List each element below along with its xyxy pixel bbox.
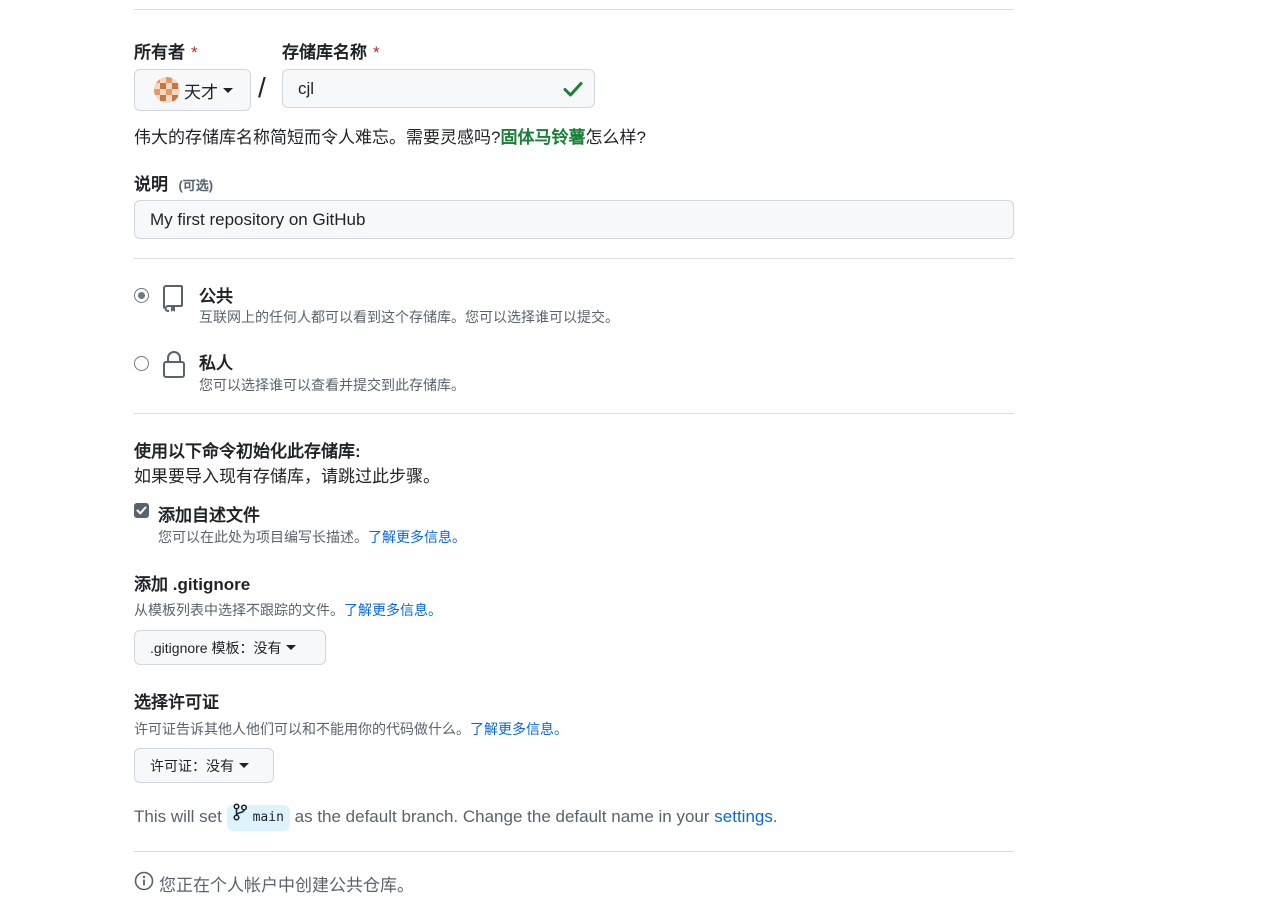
license-select-label: 许可证：没有	[150, 757, 234, 774]
init-subtitle: 如果要导入现有存储库，请跳过此步骤。	[134, 467, 440, 486]
chevron-down-icon	[239, 763, 249, 768]
default-branch-notice: This will set main as the default branch…	[134, 803, 778, 831]
branch-name: main	[252, 809, 284, 825]
license-description-row: 许可证告诉其他人他们可以和不能用你的代码做什么。了解更多信息。	[134, 719, 568, 739]
chevron-down-icon	[286, 645, 297, 650]
private-description: 您可以选择谁可以查看并提交到此存储库。	[199, 377, 465, 393]
suggestion-suffix: 怎么样?	[585, 128, 646, 147]
description-label: 说明	[134, 175, 168, 194]
public-radio[interactable]	[134, 288, 149, 303]
owner-select[interactable]: 天才	[134, 69, 251, 111]
branch-middle: as the default branch. Change the defaul…	[294, 807, 710, 826]
info-icon	[134, 871, 154, 896]
description-input[interactable]: My first repository on GitHub	[134, 200, 1014, 239]
suggestion-prefix: 伟大的存储库名称简短而令人难忘。需要灵感吗?	[134, 128, 501, 147]
repo-name-value: cjl	[298, 78, 315, 98]
readme-learn-more-link[interactable]: 了解更多信息。	[368, 529, 466, 545]
license-select[interactable]: 许可证：没有	[134, 748, 274, 783]
lock-icon	[161, 349, 187, 384]
branch-suffix: .	[772, 807, 778, 826]
repo-name-label-row: 存储库名称 *	[282, 38, 380, 63]
repo-required-mark: *	[373, 43, 380, 62]
owner-label: 所有者	[134, 43, 185, 62]
repo-icon	[161, 283, 187, 318]
owner-label-row: 所有者 *	[134, 38, 198, 63]
git-branch-icon	[233, 803, 247, 832]
gitignore-learn-more-link[interactable]: 了解更多信息。	[344, 602, 442, 618]
divider-init	[134, 413, 1014, 414]
branch-prefix: This will set	[134, 807, 222, 826]
readme-description: 您可以在此处为项目编写长描述。	[158, 529, 368, 545]
notice-text: 您正在个人帐户中创建公共仓库。	[159, 876, 414, 895]
private-title: 私人	[199, 354, 233, 373]
repo-name-label: 存储库名称	[282, 43, 367, 62]
check-icon	[563, 80, 583, 103]
divider-top	[134, 9, 1014, 10]
gitignore-description: 从模板列表中选择不跟踪的文件。	[134, 602, 344, 618]
suggested-name-link[interactable]: 固体马铃薯	[500, 128, 585, 147]
gitignore-template-label: .gitignore 模板：没有	[150, 639, 282, 656]
gitignore-description-row: 从模板列表中选择不跟踪的文件。了解更多信息。	[134, 600, 442, 620]
owner-name: 天才	[184, 82, 218, 102]
readme-label[interactable]: 添加自述文件	[158, 501, 260, 526]
public-title: 公共	[199, 287, 233, 306]
gitignore-template-select[interactable]: .gitignore 模板：没有	[134, 630, 326, 665]
avatar	[154, 77, 180, 103]
license-learn-more-link[interactable]: 了解更多信息。	[470, 721, 568, 737]
repo-name-suggestion: 伟大的存储库名称简短而令人难忘。需要灵感吗?固体马铃薯怎么样?	[134, 123, 646, 148]
owner-repo-separator: /	[258, 72, 266, 103]
license-description: 许可证告诉其他人他们可以和不能用你的代码做什么。	[134, 721, 470, 737]
description-optional: (可选)	[178, 178, 214, 193]
divider-visibility	[134, 258, 1014, 259]
settings-link[interactable]: settings	[714, 807, 773, 826]
description-label-row: 说明 (可选)	[134, 170, 213, 195]
owner-required-mark: *	[191, 43, 198, 62]
readme-checkbox[interactable]	[134, 503, 149, 518]
public-repo-notice: 您正在个人帐户中创建公共仓库。	[134, 871, 414, 896]
branch-badge: main	[226, 803, 290, 832]
gitignore-title: 添加 .gitignore	[134, 575, 251, 594]
divider-bottom	[134, 851, 1014, 852]
chevron-down-icon	[223, 87, 233, 93]
license-title: 选择许可证	[134, 693, 219, 712]
public-description: 互联网上的任何人都可以看到这个存储库。您可以选择谁可以提交。	[199, 309, 619, 325]
init-title: 使用以下命令初始化此存储库:	[134, 442, 361, 461]
readme-description-row: 您可以在此处为项目编写长描述。了解更多信息。	[158, 527, 466, 547]
description-value: My first repository on GitHub	[150, 209, 366, 229]
private-radio[interactable]	[134, 356, 149, 371]
repo-name-input[interactable]: cjl	[282, 69, 595, 108]
